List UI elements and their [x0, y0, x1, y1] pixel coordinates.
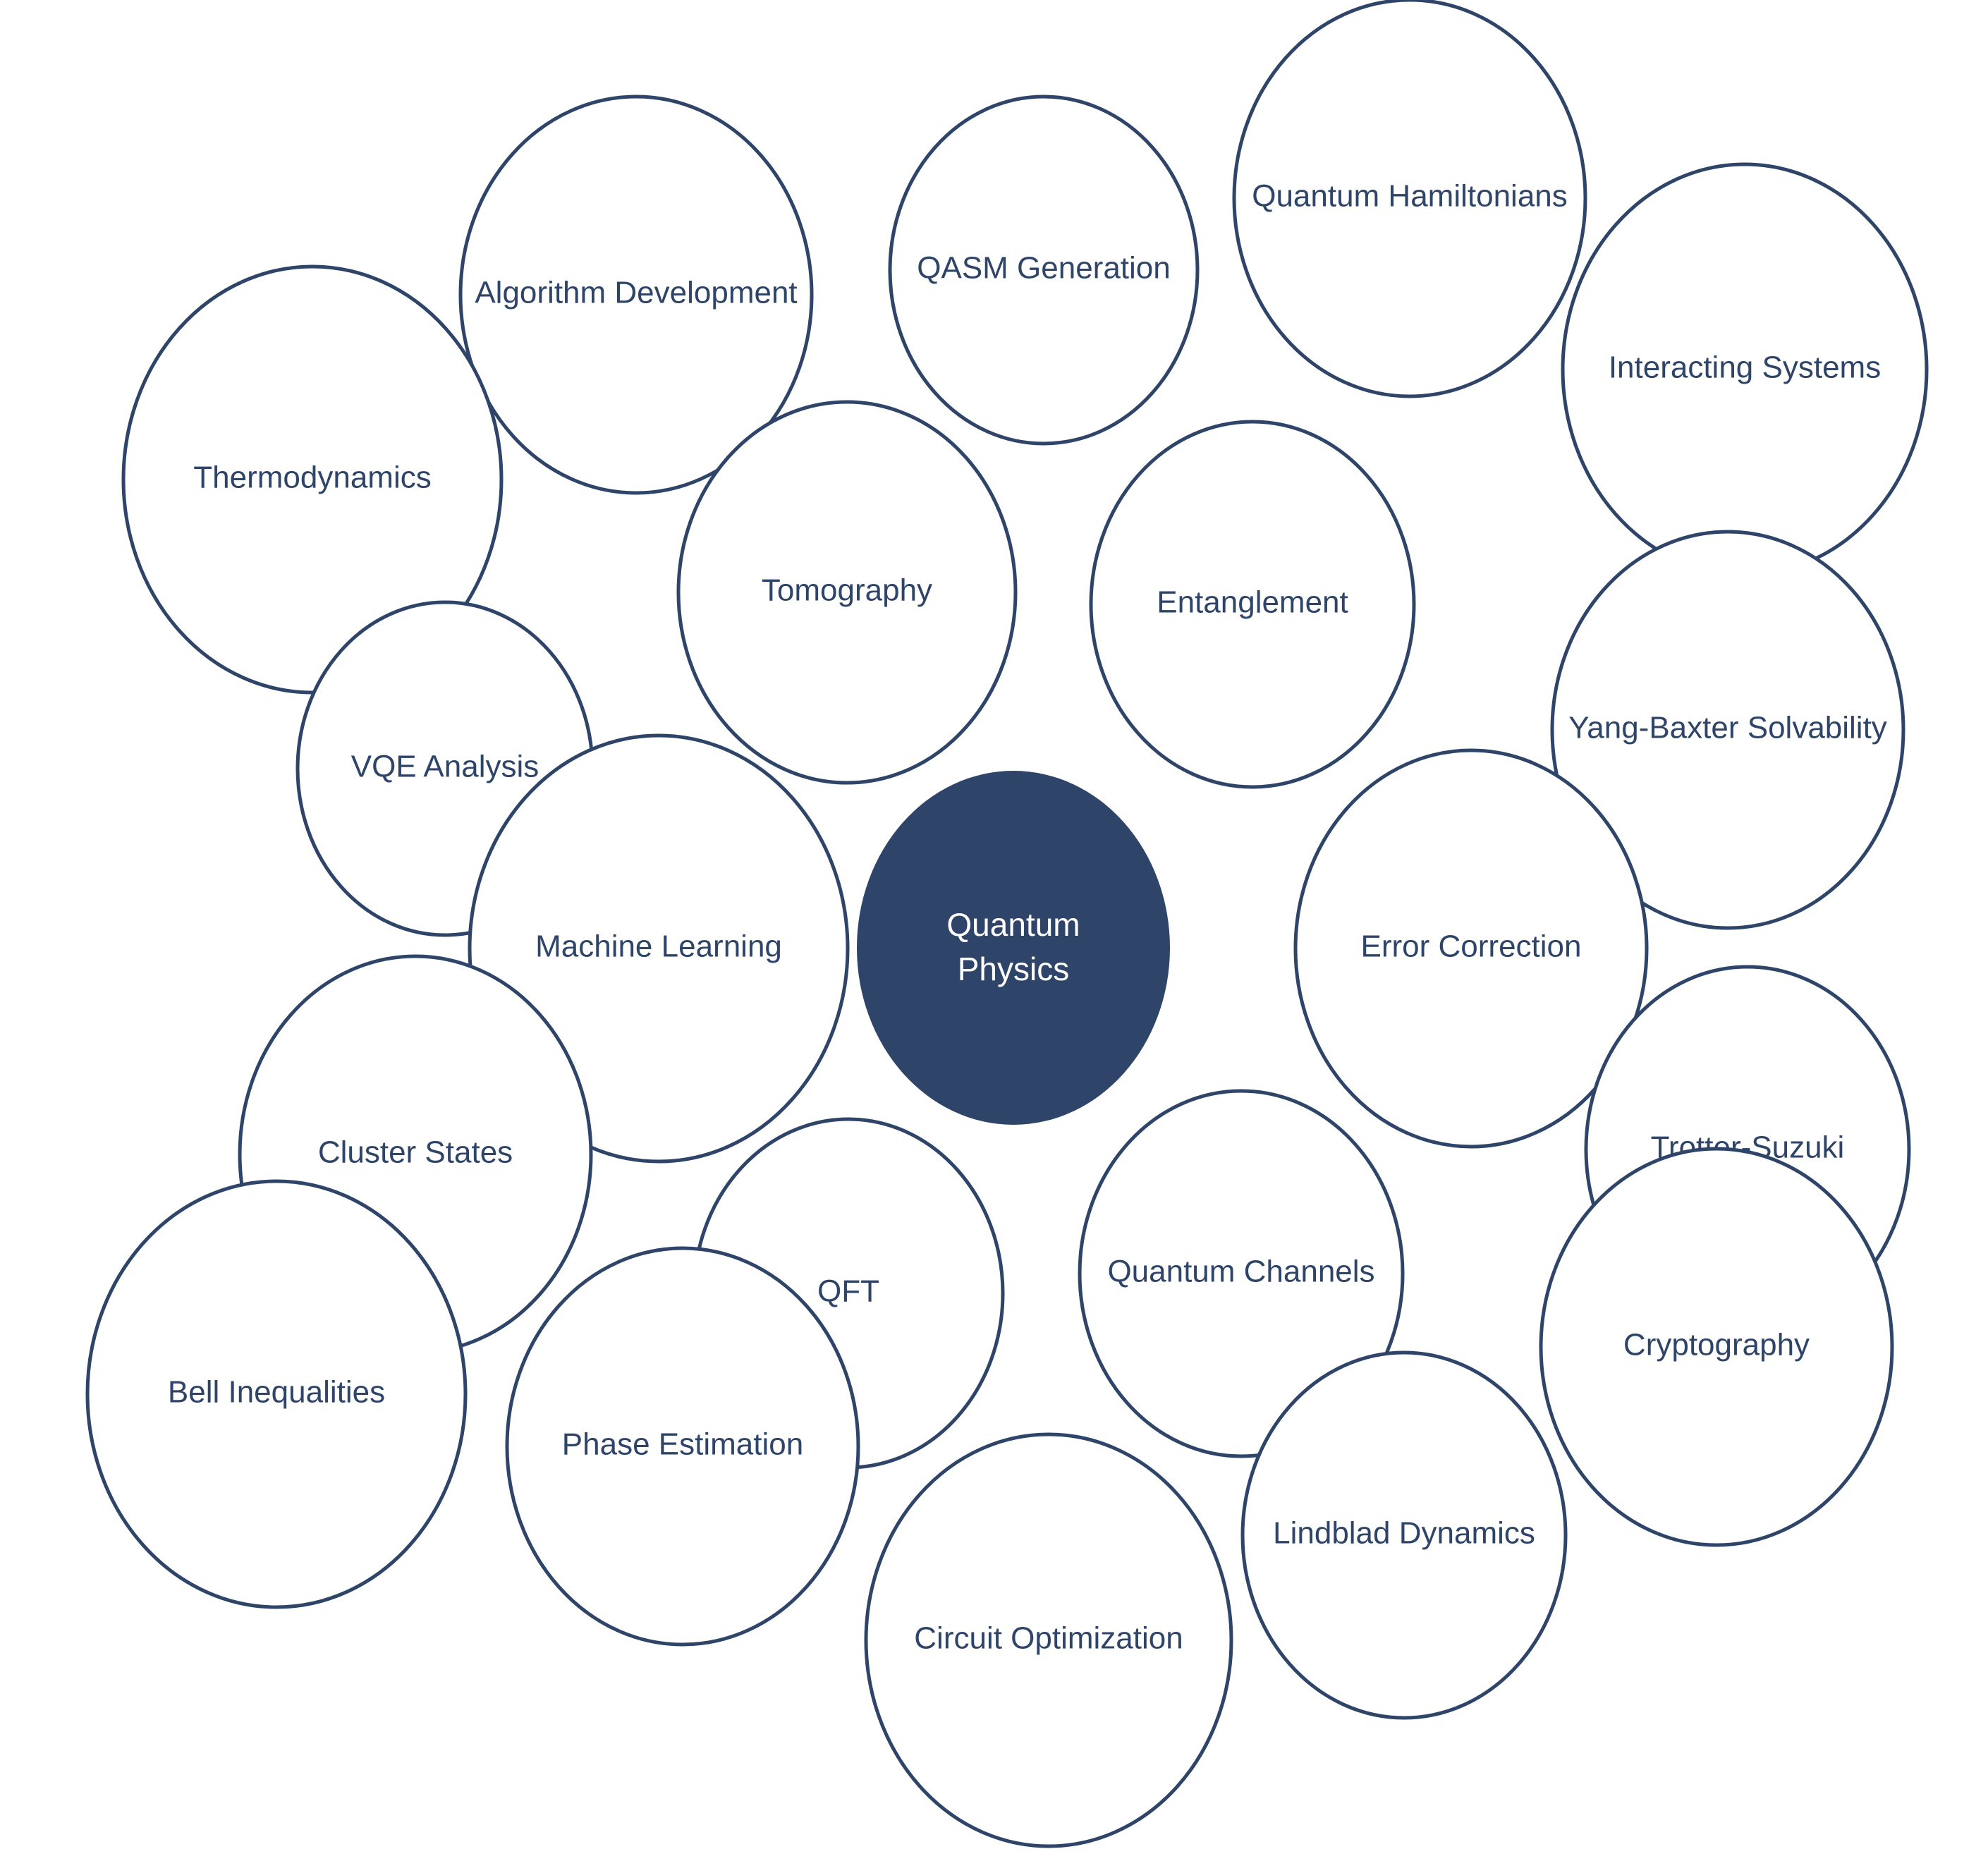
bubble-label-quantum-hamiltonians: Quantum Hamiltonians — [1252, 179, 1568, 214]
bubble-label-yang-baxter-solvability: Yang-Baxter Solvability — [1568, 711, 1887, 745]
bubble-label-machine-learning: Machine Learning — [535, 929, 782, 964]
bubble-quantum-hamiltonians[interactable]: Quantum Hamiltonians — [1232, 0, 1587, 398]
bubble-label-quantum-channels: Quantum Channels — [1107, 1255, 1374, 1289]
bubble-label-circuit-optimization: Circuit Optimization — [914, 1621, 1183, 1656]
bubble-circuit-optimization[interactable]: Circuit Optimization — [864, 1432, 1233, 1848]
bubble-lindblad-dynamics[interactable]: Lindblad Dynamics — [1240, 1350, 1568, 1720]
root-bubble-label-line-1: Quantum — [946, 906, 1080, 943]
bubble-interacting-systems[interactable]: Interacting Systems — [1561, 162, 1929, 577]
bubble-label-qasm-generation: QASM Generation — [917, 251, 1171, 286]
bubble-bell-inequalities[interactable]: Bell Inequalities — [85, 1179, 468, 1609]
bubble-root[interactable]: Quantum Physics — [857, 771, 1170, 1125]
bubble-label-interacting-systems: Interacting Systems — [1609, 350, 1881, 385]
quantum-physics-bubble-diagram: Algorithm Development QASM Generation Quan… — [0, 0, 1988, 1873]
bubble-phase-estimation[interactable]: Phase Estimation — [505, 1246, 860, 1647]
bubble-label-vqe-analysis: VQE Analysis — [351, 750, 539, 784]
bubble-label-error-correction: Error Correction — [1361, 929, 1582, 964]
bubble-label-cluster-states: Cluster States — [318, 1135, 513, 1170]
bubble-label-thermodynamics: Thermodynamics — [193, 460, 431, 495]
bubble-qasm-generation[interactable]: QASM Generation — [888, 94, 1200, 446]
bubble-label-entanglement: Entanglement — [1157, 585, 1348, 620]
bubble-label-cryptography: Cryptography — [1623, 1328, 1810, 1362]
bubble-label-lindblad-dynamics: Lindblad Dynamics — [1273, 1516, 1535, 1551]
bubble-label-qft: QFT — [817, 1274, 879, 1309]
root-bubble-circle[interactable] — [857, 771, 1170, 1125]
bubble-label-algorithm-development: Algorithm Development — [475, 276, 797, 310]
bubble-tomography[interactable]: Tomography — [676, 400, 1018, 785]
bubble-label-bell-inequalities: Bell Inequalities — [168, 1375, 385, 1410]
bubble-label-phase-estimation: Phase Estimation — [562, 1427, 803, 1462]
bubble-label-tomography: Tomography — [762, 573, 932, 608]
root-bubble-label-line-2: Physics — [958, 951, 1069, 987]
bubble-cryptography[interactable]: Cryptography — [1539, 1147, 1894, 1547]
bubble-entanglement[interactable]: Entanglement — [1089, 420, 1416, 789]
